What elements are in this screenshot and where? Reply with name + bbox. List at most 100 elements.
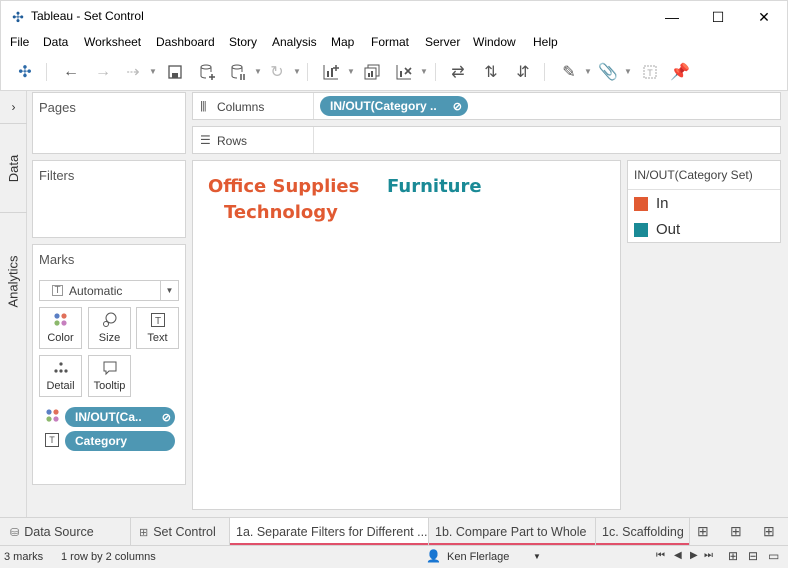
menu-format[interactable]: Format xyxy=(371,35,409,49)
show-sheet-sorter-icon[interactable]: ⊟ xyxy=(748,549,758,563)
highlight-icon[interactable]: ✎ xyxy=(558,61,580,83)
text-encoding-icon: T xyxy=(45,433,59,447)
first-sheet-icon[interactable]: ⏮ xyxy=(656,550,665,561)
chevron-right-icon[interactable]: › xyxy=(0,93,27,121)
tab-1a-separate-filters[interactable]: 1a. Separate Filters for Different ... xyxy=(230,518,429,546)
shelf-divider xyxy=(313,127,314,153)
marks-card-title: Marks xyxy=(39,252,75,267)
mark-technology[interactable]: Technology xyxy=(224,202,338,223)
clear-sheet-icon[interactable] xyxy=(393,61,415,83)
tab-1c-label: 1c. Scaffolding xyxy=(602,525,684,539)
tooltip-icon xyxy=(102,356,118,380)
columns-shelf-label: Columns xyxy=(217,100,265,114)
sort-ascending-icon[interactable]: ⇅ xyxy=(480,61,502,83)
minimize-button[interactable]: — xyxy=(649,1,695,33)
text-button[interactable]: T Text xyxy=(136,307,179,349)
legend-swatch-out xyxy=(634,222,648,237)
rows-shelf-label: Rows xyxy=(217,134,248,148)
tab-data[interactable]: Data xyxy=(0,123,27,213)
menu-help[interactable]: Help xyxy=(533,35,558,49)
pin-icon[interactable]: 📌 xyxy=(669,61,691,83)
color-legend: IN/OUT(Category Set) In Out xyxy=(627,160,781,243)
filters-card[interactable]: Filters xyxy=(32,160,186,238)
status-dimensions: 1 row by 2 columns xyxy=(61,551,156,563)
legend-item-out-label: Out xyxy=(656,221,681,238)
tab-set-control[interactable]: ⊞ Set Control xyxy=(131,518,230,546)
title-bar: ✣ Tableau - Set Control — ☐ ✕ xyxy=(0,0,788,32)
mark-office-supplies[interactable]: Office Supplies xyxy=(208,176,359,197)
tab-1b-compare-part-to-whole[interactable]: 1b. Compare Part to Whole xyxy=(429,518,596,546)
show-tabs-icon[interactable]: ▭ xyxy=(768,549,779,563)
tooltip-button[interactable]: Tooltip xyxy=(88,355,131,397)
new-dashboard-tab-icon[interactable]: ⊞ xyxy=(730,523,742,540)
menu-story[interactable]: Story xyxy=(229,35,257,49)
menu-worksheet[interactable]: Worksheet xyxy=(84,35,141,49)
window-title: Tableau - Set Control xyxy=(31,9,144,23)
size-button[interactable]: Size xyxy=(88,307,131,349)
menu-file[interactable]: File xyxy=(10,35,29,49)
user-dropdown-chevron-icon[interactable]: ▼ xyxy=(533,552,541,561)
columns-pill[interactable]: IN/OUT(Category .. ⊘ xyxy=(320,96,468,116)
new-worksheet-icon[interactable] xyxy=(320,61,342,83)
undo-icon[interactable]: ← xyxy=(60,61,82,83)
tab-data-source[interactable]: ⛁ Data Source xyxy=(0,518,131,546)
pages-card[interactable]: Pages xyxy=(32,92,186,154)
legend-item-in[interactable]: In xyxy=(634,195,669,212)
viz-canvas[interactable]: Office Supplies Technology Furniture xyxy=(192,160,621,510)
maximize-button[interactable]: ☐ xyxy=(695,1,741,33)
tab-data-source-label: Data Source xyxy=(24,525,94,539)
mark-type-dropdown[interactable]: T Automatic ▼ xyxy=(39,280,179,301)
text-pill[interactable]: Category xyxy=(65,431,175,451)
menu-data[interactable]: Data xyxy=(43,35,68,49)
menu-dashboard[interactable]: Dashboard xyxy=(156,35,215,49)
tab-1c-scaffolding[interactable]: 1c. Scaffolding xyxy=(596,518,690,546)
mark-furniture[interactable]: Furniture xyxy=(387,176,482,197)
pause-updates-icon[interactable] xyxy=(227,61,249,83)
color-button[interactable]: Color xyxy=(39,307,82,349)
columns-pill-label: IN/OUT(Category .. xyxy=(330,99,437,113)
text-button-label: Text xyxy=(147,332,168,344)
rows-icon: ☰ xyxy=(200,133,211,147)
tab-analytics[interactable]: Analytics xyxy=(0,231,27,331)
show-filmstrip-icon[interactable]: ⊞ xyxy=(728,549,738,563)
detail-button-label: Detail xyxy=(46,380,75,392)
chevron-down-icon: ▼ xyxy=(624,67,632,76)
status-marks: 3 marks xyxy=(4,551,44,563)
save-icon[interactable] xyxy=(164,61,186,83)
new-worksheet-tab-icon[interactable]: ⊞ xyxy=(697,523,709,540)
chevron-down-icon: ▼ xyxy=(584,67,592,76)
detail-icon xyxy=(53,356,69,380)
toolbar-separator xyxy=(544,63,545,81)
filters-card-title: Filters xyxy=(39,168,75,183)
columns-icon: ||| xyxy=(200,100,207,112)
shelf-divider xyxy=(313,93,314,119)
duplicate-sheet-icon[interactable] xyxy=(361,61,383,83)
rows-shelf[interactable]: ☰ Rows xyxy=(192,126,781,154)
status-bar: 3 marks 1 row by 2 columns 👤 Ken Flerlag… xyxy=(0,545,788,568)
worksheet-icon: ⊞ xyxy=(139,526,149,539)
menu-window[interactable]: Window xyxy=(473,35,516,49)
toolbar-separator xyxy=(46,63,47,81)
new-story-tab-icon[interactable]: ⊞ xyxy=(763,523,775,540)
last-sheet-icon[interactable]: ⏭ xyxy=(704,550,713,561)
swap-rows-columns-icon[interactable]: ⇄ xyxy=(447,61,469,83)
detail-button[interactable]: Detail xyxy=(39,355,82,397)
menu-bar: File Data Worksheet Dashboard Story Anal… xyxy=(0,32,788,53)
close-button[interactable]: ✕ xyxy=(741,1,787,33)
set-icon: ⊘ xyxy=(452,100,462,113)
menu-map[interactable]: Map xyxy=(331,35,354,49)
tab-data-label: Data xyxy=(6,154,21,182)
tab-analytics-label: Analytics xyxy=(6,254,21,308)
sort-descending-icon[interactable]: ⇵ xyxy=(512,61,534,83)
refresh-icon: ↻ xyxy=(270,64,284,81)
tableau-home-icon[interactable]: ✣ xyxy=(14,61,36,83)
user-name: Ken Flerlage xyxy=(447,551,510,563)
menu-analysis[interactable]: Analysis xyxy=(272,35,317,49)
menu-server[interactable]: Server xyxy=(425,35,460,49)
new-data-source-icon[interactable] xyxy=(196,61,218,83)
next-sheet-icon[interactable]: ▶ xyxy=(690,550,698,561)
columns-shelf[interactable]: ||| Columns IN/OUT(Category .. ⊘ xyxy=(192,92,781,120)
color-pill[interactable]: IN/OUT(Ca.. ⊘ xyxy=(65,407,175,427)
legend-item-out[interactable]: Out xyxy=(634,221,680,238)
previous-sheet-icon[interactable]: ◀ xyxy=(674,550,682,561)
